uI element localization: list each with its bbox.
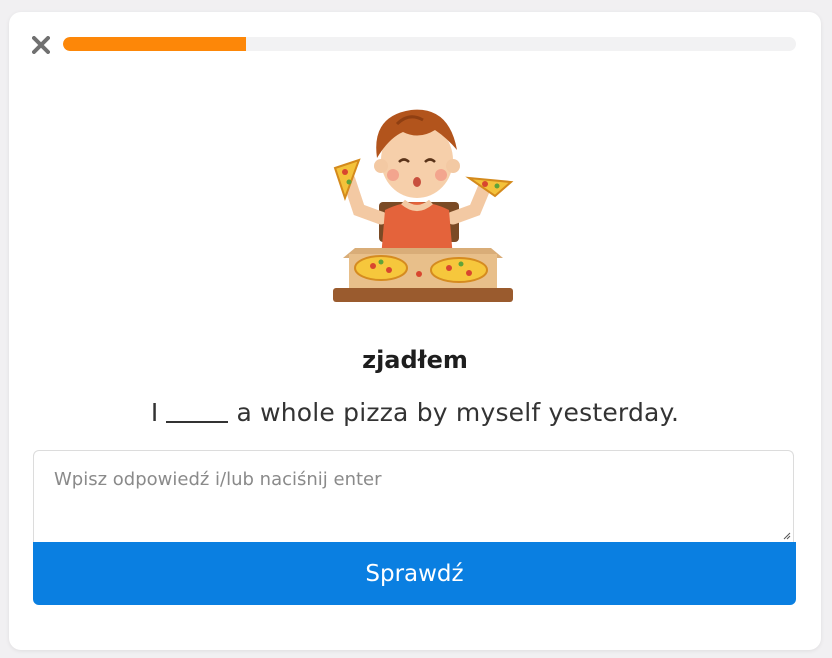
sentence-prompt: Ia whole pizza by myself yesterday. bbox=[9, 398, 821, 427]
close-icon bbox=[32, 36, 50, 54]
close-button[interactable] bbox=[29, 33, 53, 57]
target-word: zjadłem bbox=[362, 346, 468, 374]
answer-input[interactable] bbox=[34, 451, 793, 542]
sentence-before-blank: I bbox=[150, 398, 159, 427]
sentence-after-blank: a whole pizza by myself yesterday. bbox=[236, 398, 680, 427]
check-button[interactable]: Sprawdź bbox=[33, 542, 796, 605]
resize-handle-icon[interactable] bbox=[782, 531, 791, 540]
boy-eating-pizza-illustration bbox=[333, 109, 514, 302]
progress-bar-fill bbox=[63, 37, 247, 51]
progress-bar bbox=[63, 37, 796, 51]
answer-field-container bbox=[33, 450, 794, 542]
sentence-blank bbox=[166, 421, 229, 423]
exercise-card: zjadłem Ia whole pizza by myself yesterd… bbox=[9, 12, 821, 650]
